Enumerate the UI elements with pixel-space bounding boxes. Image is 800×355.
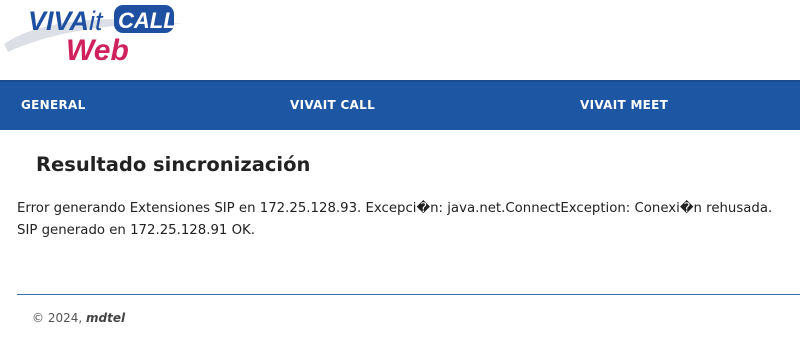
footer-company: mdtel — [85, 311, 126, 325]
page-title: Resultado sincronización — [36, 153, 311, 176]
logo-brand-it: it — [89, 6, 104, 36]
nav-item-general[interactable]: GENERAL — [21, 98, 86, 112]
logo-subtitle-web: Web — [66, 34, 129, 67]
vivait-call-web-logo[interactable]: VIVA it CALL Web — [0, 0, 190, 76]
nav-item-vivait-meet[interactable]: VIVAIT MEET — [580, 98, 668, 112]
main-nav: GENERAL VIVAIT CALL VIVAIT MEET — [0, 80, 800, 130]
result-ok-message: SIP generado en 172.25.128.91 OK. — [17, 223, 256, 238]
logo-brand-call: CALL — [118, 8, 177, 33]
header: VIVA it CALL Web — [0, 0, 800, 80]
footer-divider — [17, 294, 800, 295]
sync-result: Error generando Extensiones SIP en 172.2… — [17, 198, 797, 242]
footer: © 2024, mdtel — [32, 311, 125, 325]
result-error-message: Error generando Extensiones SIP en 172.2… — [17, 201, 773, 216]
footer-copyright: © 2024, — [32, 311, 86, 325]
logo-brand-viva: VIVA — [28, 6, 89, 36]
nav-item-vivait-call[interactable]: VIVAIT CALL — [290, 98, 375, 112]
